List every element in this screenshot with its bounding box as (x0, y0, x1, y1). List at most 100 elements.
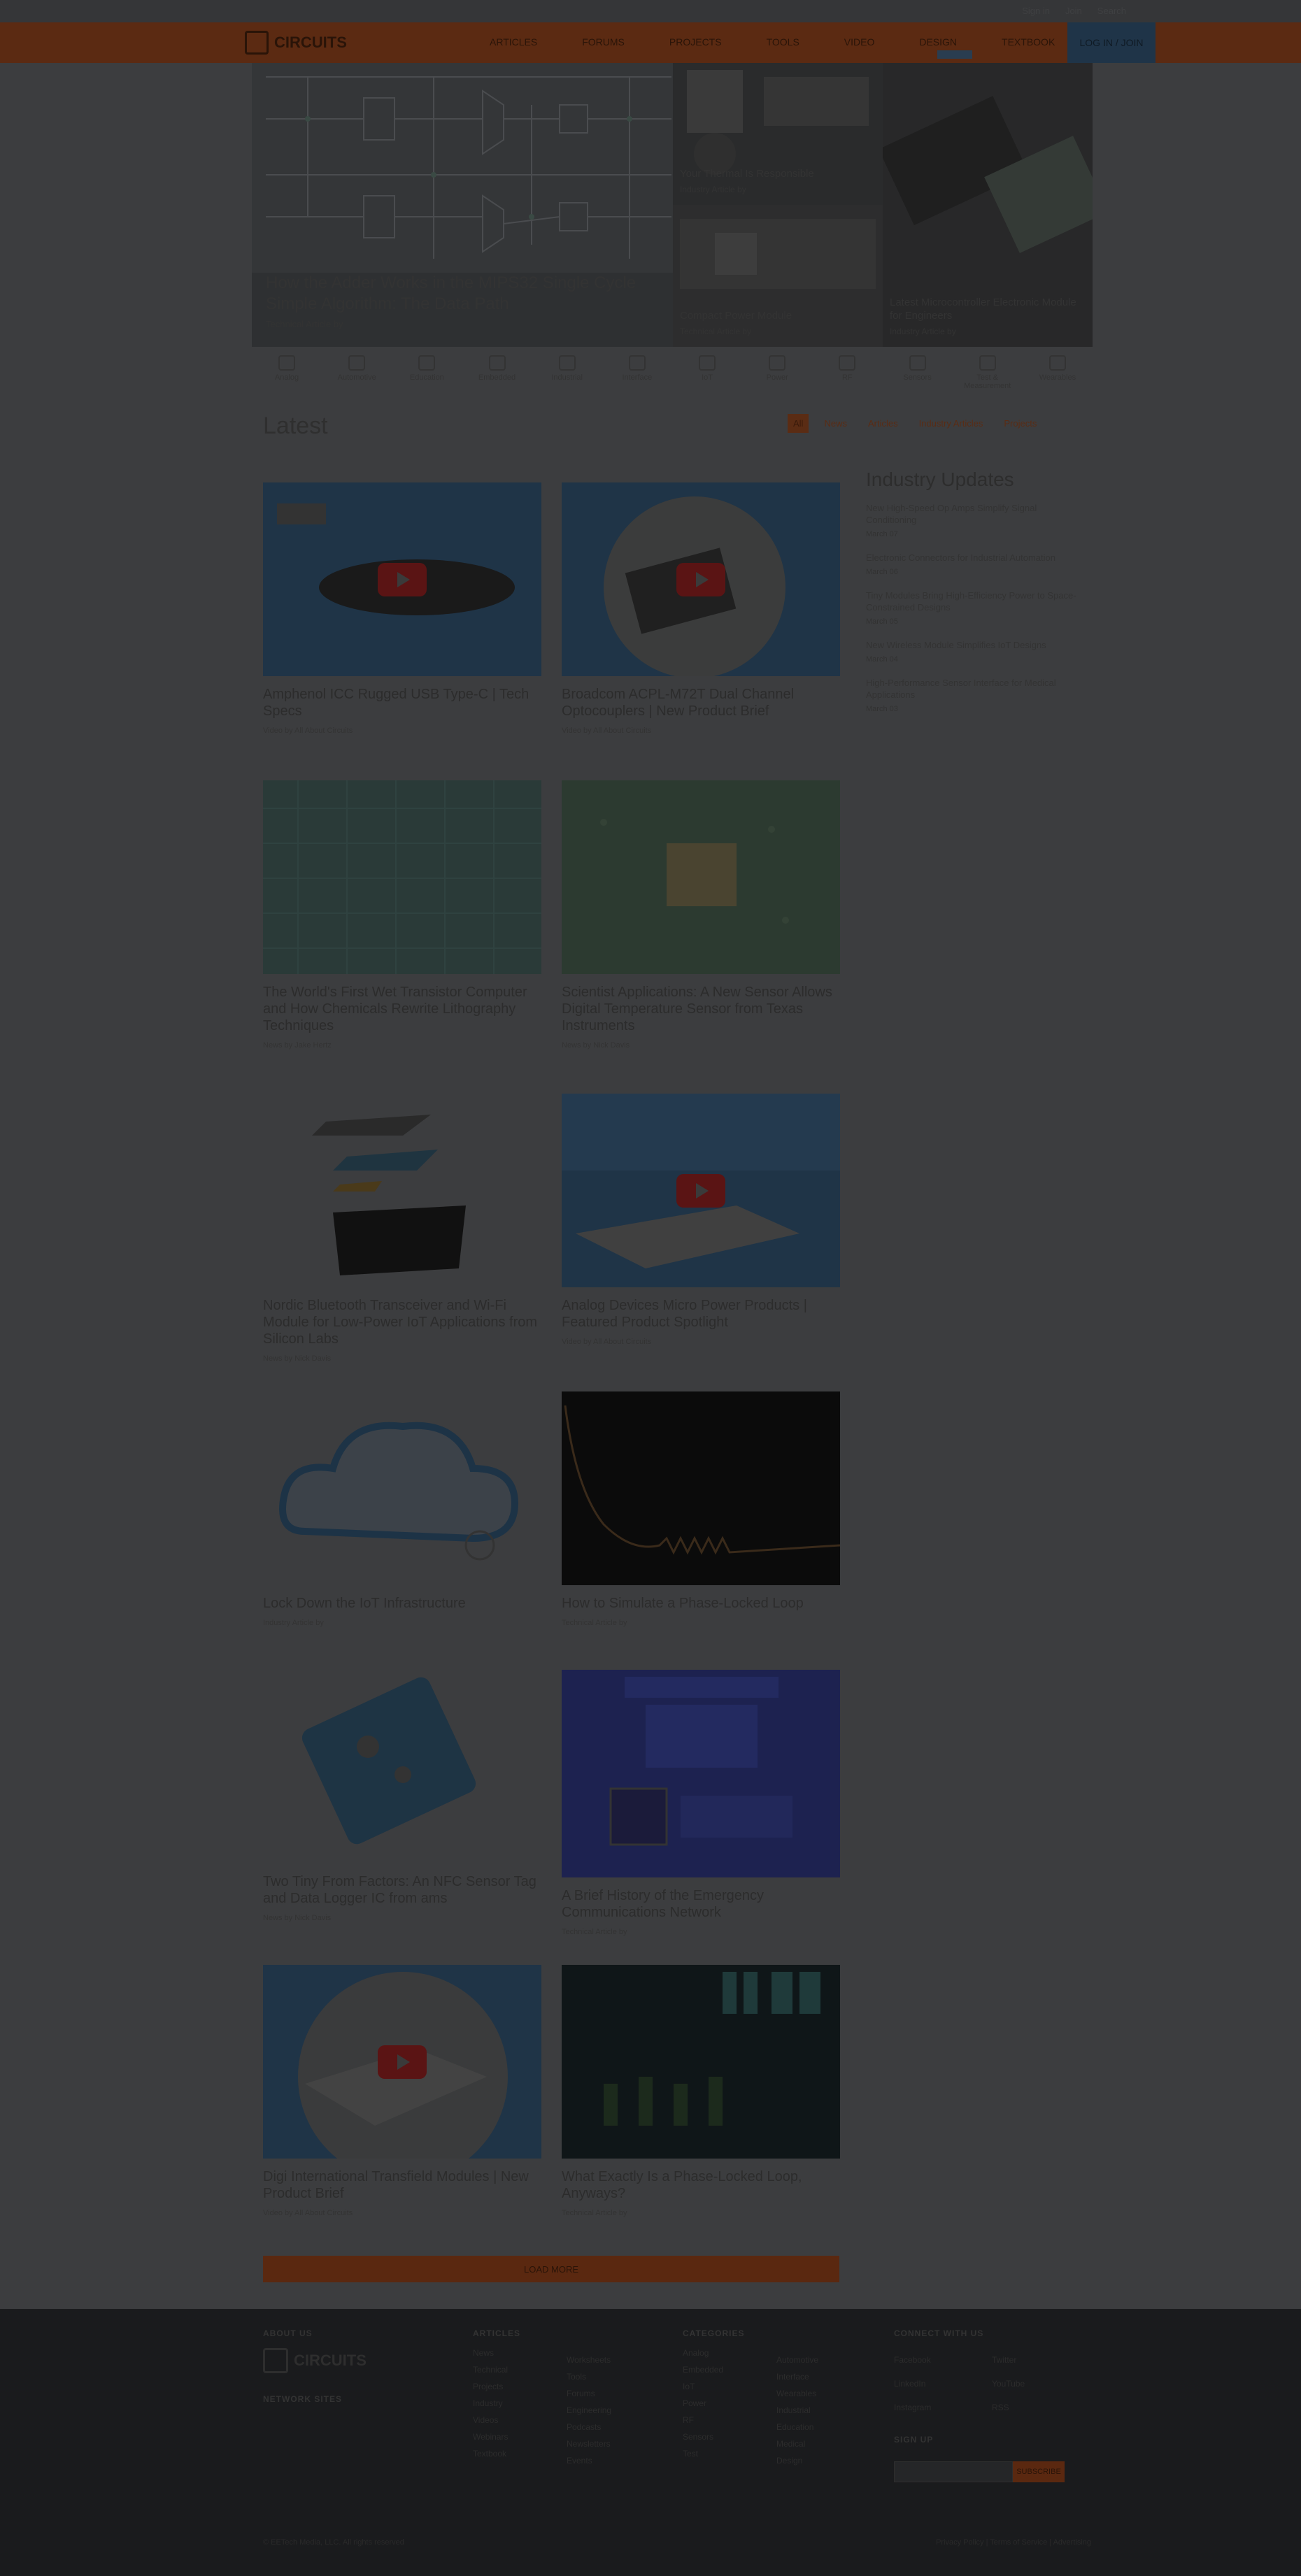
join-link[interactable]: Join (1065, 6, 1082, 16)
footer-logo[interactable]: CIRCUITS (263, 2348, 367, 2373)
category-education[interactable]: Education (399, 350, 455, 392)
nav-item-projects[interactable]: PROJECTS (669, 36, 722, 48)
nav-item-design[interactable]: DESIGN (919, 36, 957, 48)
article-card[interactable]: How to Simulate a Phase-Locked Loop Tech… (562, 1391, 840, 1627)
hero-tile-1-title[interactable]: Your Thermal Is Responsible (680, 167, 876, 180)
article-card[interactable]: The World's First Wet Transistor Compute… (263, 780, 541, 1050)
article-card[interactable]: A Brief History of the Emergency Communi… (562, 1670, 840, 1936)
footer-link[interactable]: Embedded (683, 2365, 744, 2375)
footer-link[interactable]: Worksheets (567, 2355, 611, 2365)
hero-tile-3-title[interactable]: Latest Microcontroller Electronic Module… (890, 296, 1086, 322)
card-title[interactable]: Two Tiny From Factors: An NFC Sensor Tag… (263, 1873, 541, 1907)
nav-item-video[interactable]: VIDEO (844, 36, 875, 48)
play-icon[interactable] (676, 1173, 725, 1208)
footer-link[interactable]: Power (683, 2398, 744, 2408)
footer-link[interactable]: Education (776, 2422, 818, 2432)
article-card[interactable]: Digi International Transfield Modules | … (263, 1965, 541, 2217)
tab-articles[interactable]: Articles (862, 414, 904, 433)
category-wearables[interactable]: Wearables (1030, 350, 1086, 392)
nav-item-forums[interactable]: FORUMS (582, 36, 625, 48)
tab-all[interactable]: All (788, 414, 809, 433)
footer-link[interactable]: Industrial (776, 2405, 818, 2415)
rss-link[interactable]: RSS (992, 2403, 1090, 2412)
footer-link[interactable]: News (473, 2348, 520, 2358)
footer-link[interactable]: Technical (473, 2365, 520, 2375)
card-title[interactable]: Analog Devices Micro Power Products | Fe… (562, 1297, 840, 1331)
article-card[interactable]: Lock Down the IoT Infrastructure Industr… (263, 1391, 541, 1627)
footer-link[interactable]: Tools (567, 2372, 611, 2382)
play-icon[interactable] (378, 562, 427, 596)
category-sensors[interactable]: Sensors (890, 350, 946, 392)
footer-link[interactable]: Podcasts (567, 2422, 611, 2432)
footer-link[interactable]: Analog (683, 2348, 744, 2358)
card-title[interactable]: Amphenol ICC Rugged USB Type-C | Tech Sp… (263, 686, 541, 720)
card-title[interactable]: Nordic Bluetooth Transceiver and Wi-Fi M… (263, 1297, 541, 1347)
footer-link[interactable]: Webinars (473, 2432, 520, 2442)
footer-link[interactable]: Automotive (776, 2355, 818, 2365)
card-title[interactable]: Lock Down the IoT Infrastructure (263, 1595, 541, 1612)
card-title[interactable]: Broadcom ACPL-M72T Dual Channel Optocoup… (562, 686, 840, 720)
hero-main-story[interactable]: How the Adder Works in the MIPS32 Single… (252, 63, 673, 347)
footer-link[interactable]: Wearables (776, 2389, 818, 2398)
hero-tile-3[interactable]: Latest Microcontroller Electronic Module… (883, 63, 1093, 347)
card-title[interactable]: How to Simulate a Phase-Locked Loop (562, 1595, 840, 1612)
category-test[interactable]: Test & Measurement (960, 350, 1016, 392)
category-interface[interactable]: Interface (609, 350, 665, 392)
login-button[interactable]: LOG IN / JOIN (1067, 22, 1156, 63)
tab-news[interactable]: News (818, 414, 853, 433)
article-card[interactable]: What Exactly Is a Phase-Locked Loop, Any… (562, 1965, 840, 2217)
play-icon[interactable] (378, 2045, 427, 2079)
footer-link[interactable]: Videos (473, 2415, 520, 2425)
footer-link[interactable]: Projects (473, 2382, 520, 2391)
youtube-link[interactable]: YouTube (992, 2379, 1090, 2389)
subscribe-button[interactable]: SUBSCRIBE (1013, 2461, 1065, 2482)
hero-tile-2[interactable]: Compact Power Module Technical Article by (673, 205, 883, 347)
footer-link[interactable]: Interface (776, 2372, 818, 2382)
policy-links[interactable]: Privacy Policy | Terms of Service | Adve… (936, 2538, 1091, 2547)
footer-link[interactable]: Industry (473, 2398, 520, 2408)
footer-link[interactable]: Design (776, 2456, 818, 2466)
article-card[interactable]: Analog Devices Micro Power Products | Fe… (562, 1094, 840, 1346)
twitter-link[interactable]: Twitter (992, 2355, 1090, 2365)
footer-link[interactable]: Engineering (567, 2405, 611, 2415)
sidebar-item[interactable]: High-Performance Sensor Interface for Me… (866, 677, 1090, 715)
card-title[interactable]: The World's First Wet Transistor Compute… (263, 984, 541, 1034)
site-logo[interactable]: CIRCUITS (245, 31, 347, 55)
signin-link[interactable]: Sign in (1022, 6, 1050, 16)
footer-link[interactable]: Events (567, 2456, 611, 2466)
nav-item-textbook[interactable]: TEXTBOOK (1002, 36, 1055, 48)
tab-projects[interactable]: Projects (998, 414, 1042, 433)
card-title[interactable]: A Brief History of the Emergency Communi… (562, 1887, 840, 1921)
footer-link[interactable]: IoT (683, 2382, 744, 2391)
email-input[interactable] (894, 2461, 1013, 2482)
article-card[interactable]: Broadcom ACPL-M72T Dual Channel Optocoup… (562, 482, 840, 735)
sidebar-item[interactable]: New Wireless Module Simplifies IoT Desig… (866, 639, 1090, 666)
footer-link[interactable]: Newsletters (567, 2439, 611, 2449)
article-card[interactable]: Scientist Applications: A New Sensor All… (562, 780, 840, 1050)
hero-tile-2-title[interactable]: Compact Power Module (680, 309, 876, 322)
linkedin-link[interactable]: LinkedIn (894, 2379, 992, 2389)
sidebar-item[interactable]: Electronic Connectors for Industrial Aut… (866, 552, 1090, 578)
category-analog[interactable]: Analog (259, 350, 315, 392)
category-iot[interactable]: IoT (679, 350, 735, 392)
footer-link[interactable]: Sensors (683, 2432, 744, 2442)
article-card[interactable]: Amphenol ICC Rugged USB Type-C | Tech Sp… (263, 482, 541, 735)
facebook-link[interactable]: Facebook (894, 2355, 992, 2365)
nav-item-articles[interactable]: ARTICLES (490, 36, 537, 48)
footer-link[interactable]: Forums (567, 2389, 611, 2398)
category-industrial[interactable]: Industrial (539, 350, 595, 392)
category-automotive[interactable]: Automotive (329, 350, 385, 392)
category-embedded[interactable]: Embedded (469, 350, 525, 392)
nav-item-tools[interactable]: TOOLS (767, 36, 799, 48)
article-card[interactable]: Nordic Bluetooth Transceiver and Wi-Fi M… (263, 1094, 541, 1363)
card-title[interactable]: What Exactly Is a Phase-Locked Loop, Any… (562, 2168, 840, 2202)
tab-industry-articles[interactable]: Industry Articles (913, 414, 989, 433)
load-more-button[interactable]: LOAD MORE (263, 2256, 839, 2282)
hero-main-title[interactable]: How the Adder Works in the MIPS32 Single… (266, 273, 657, 315)
sidebar-item[interactable]: New High-Speed Op Amps Simplify Signal C… (866, 502, 1090, 541)
card-title[interactable]: Digi International Transfield Modules | … (263, 2168, 541, 2202)
footer-link[interactable]: Textbook (473, 2449, 520, 2459)
sidebar-item[interactable]: Tiny Modules Bring High-Efficiency Power… (866, 589, 1090, 628)
footer-link[interactable]: RF (683, 2415, 744, 2425)
footer-link[interactable]: Medical (776, 2439, 818, 2449)
